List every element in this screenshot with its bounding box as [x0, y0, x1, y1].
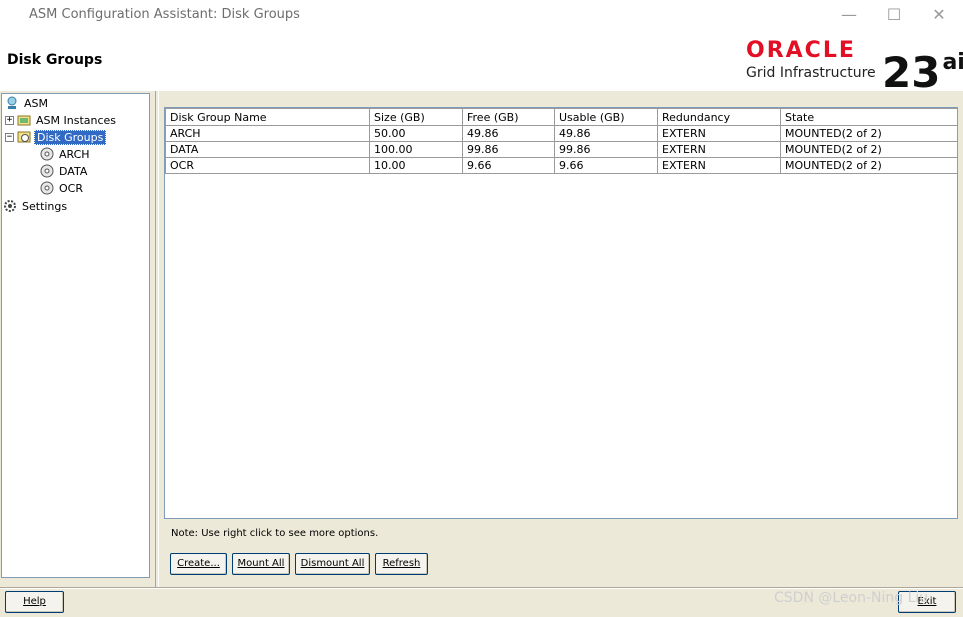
cell-name: ARCH: [165, 125, 370, 142]
tree-item-settings[interactable]: Settings: [3, 198, 69, 214]
main-content: ASM + ASM Instances − Disk Groups ARCH D…: [0, 91, 963, 617]
window-title: ASM Configuration Assistant: Disk Groups: [29, 7, 300, 22]
cell-free: 49.86: [462, 125, 555, 142]
create-button[interactable]: Create...: [170, 553, 227, 575]
column-header-size[interactable]: Size (GB): [369, 108, 463, 126]
footer-separator: [0, 587, 963, 589]
disk-group-icon: [17, 131, 31, 143]
page-header: Disk Groups ORACLE Grid Infrastructure 2…: [0, 32, 963, 95]
disk-icon: [40, 181, 54, 195]
table-row[interactable]: OCR 10.00 9.66 9.66 EXTERN MOUNTED(2 of …: [165, 157, 958, 174]
tree-label-arch: ARCH: [59, 147, 90, 161]
tree-item-asm[interactable]: ASM: [5, 95, 50, 111]
cell-redundancy: EXTERN: [657, 157, 781, 174]
cell-size: 10.00: [369, 157, 463, 174]
cell-size: 100.00: [369, 141, 463, 158]
close-button[interactable]: ✕: [922, 4, 956, 26]
cell-state: MOUNTED(2 of 2): [780, 157, 958, 174]
tree-item-data[interactable]: DATA: [40, 163, 89, 179]
navigation-tree[interactable]: ASM + ASM Instances − Disk Groups ARCH D…: [1, 93, 150, 578]
disk-groups-table[interactable]: Disk Group Name Size (GB) Free (GB) Usab…: [164, 107, 958, 519]
maximize-button[interactable]: ☐: [877, 4, 911, 26]
disk-icon: [40, 164, 54, 178]
help-button[interactable]: Help: [5, 591, 64, 613]
page-title: Disk Groups: [7, 52, 103, 68]
tree-item-disk-groups[interactable]: − Disk Groups: [5, 129, 107, 145]
oracle-logo: ORACLE Grid Infrastructure 23ai: [746, 38, 963, 95]
refresh-button[interactable]: Refresh: [375, 553, 428, 575]
tree-label-settings: Settings: [22, 199, 68, 213]
tree-label-asm: ASM: [24, 96, 48, 110]
cell-usable: 99.86: [554, 141, 658, 158]
expand-icon[interactable]: +: [5, 115, 14, 125]
cell-usable: 9.66: [554, 157, 658, 174]
cell-redundancy: EXTERN: [657, 141, 781, 158]
oracle-wordmark: ORACLE: [746, 38, 856, 63]
cell-state: MOUNTED(2 of 2): [780, 125, 958, 142]
tree-item-ocr[interactable]: OCR: [40, 180, 85, 196]
tree-label-disk-groups: Disk Groups: [34, 129, 107, 145]
column-header-state[interactable]: State: [780, 108, 958, 126]
help-note: Note: Use right click to see more option…: [171, 528, 379, 539]
gear-icon: [4, 200, 16, 212]
tree-item-asm-instances[interactable]: + ASM Instances: [5, 112, 118, 128]
tree-item-arch[interactable]: ARCH: [40, 146, 92, 162]
mount-all-button[interactable]: Mount All: [232, 553, 290, 575]
cell-name: OCR: [165, 157, 370, 174]
table-row[interactable]: DATA 100.00 99.86 99.86 EXTERN MOUNTED(2…: [165, 141, 958, 158]
asm-icon: [7, 96, 17, 109]
column-header-redundancy[interactable]: Redundancy: [657, 108, 781, 126]
cell-redundancy: EXTERN: [657, 125, 781, 142]
window-titlebar: ASM Configuration Assistant: Disk Groups…: [0, 0, 963, 32]
product-name: Grid Infrastructure: [746, 65, 876, 81]
tree-label-asm-instances: ASM Instances: [36, 113, 117, 127]
table-row[interactable]: ARCH 50.00 49.86 49.86 EXTERN MOUNTED(2 …: [165, 125, 958, 142]
table-header-row: Disk Group Name Size (GB) Free (GB) Usab…: [165, 108, 958, 126]
column-header-name[interactable]: Disk Group Name: [165, 108, 370, 126]
minimize-button[interactable]: —: [832, 4, 866, 26]
cell-name: DATA: [165, 141, 370, 158]
tree-label-data: DATA: [59, 164, 88, 178]
collapse-icon[interactable]: −: [5, 132, 14, 142]
cell-free: 99.86: [462, 141, 555, 158]
cell-state: MOUNTED(2 of 2): [780, 141, 958, 158]
version-suffix: ai: [942, 50, 963, 75]
tree-label-ocr: OCR: [59, 181, 83, 195]
instances-icon: [17, 115, 31, 126]
column-header-usable[interactable]: Usable (GB): [554, 108, 658, 126]
dismount-all-button[interactable]: Dismount All: [295, 553, 370, 575]
version-number: 23: [882, 48, 941, 97]
cell-size: 50.00: [369, 125, 463, 142]
watermark-text: CSDN @Leon-Ning Liu: [774, 590, 929, 606]
panel-splitter[interactable]: [155, 91, 159, 587]
cell-free: 9.66: [462, 157, 555, 174]
version-badge: 23ai: [882, 41, 963, 95]
disk-icon: [40, 147, 54, 161]
column-header-free[interactable]: Free (GB): [462, 108, 555, 126]
cell-usable: 49.86: [554, 125, 658, 142]
